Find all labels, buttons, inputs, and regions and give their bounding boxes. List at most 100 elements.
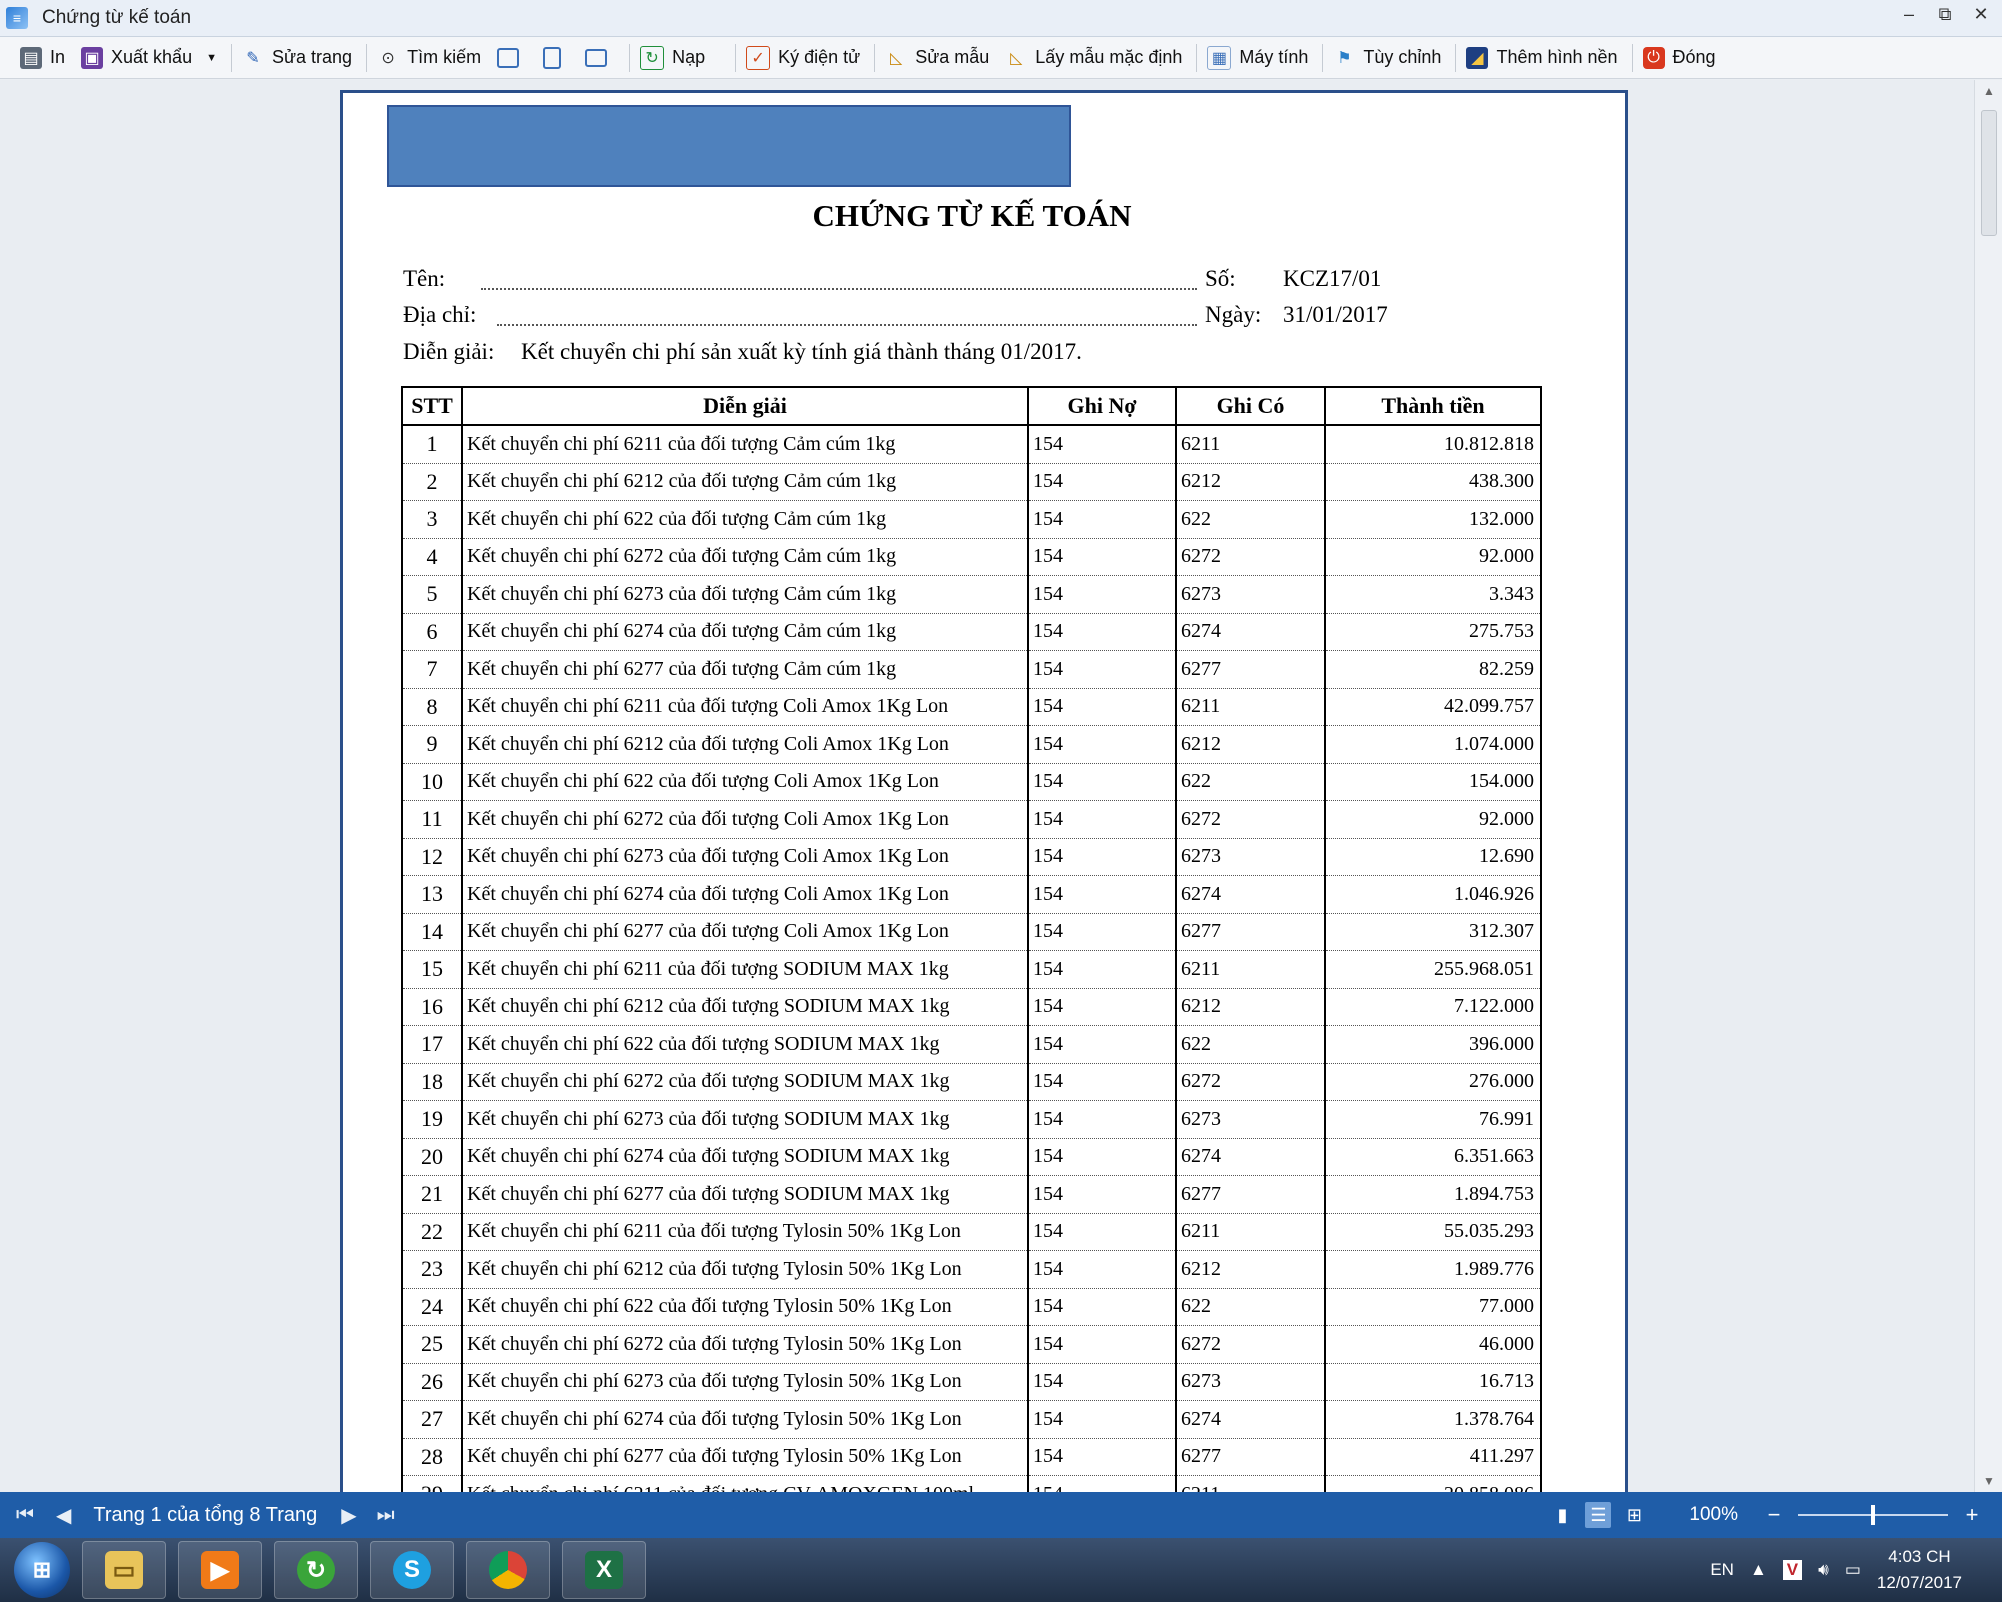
scrollbar-thumb[interactable] bbox=[1981, 110, 1997, 236]
row-amount: 46.000 bbox=[1324, 1325, 1542, 1364]
table-row: 20 Kết chuyển chi phí 6274 của đối tượng … bbox=[401, 1138, 1542, 1176]
row-debit: 154 bbox=[1027, 1063, 1177, 1101]
excel-icon: X bbox=[585, 1551, 623, 1589]
row-description: Kết chuyển chi phí 6212 của đối tượng SO… bbox=[461, 988, 1029, 1026]
customize-button[interactable]: ⚑ Tùy chỉnh bbox=[1327, 41, 1451, 75]
row-debit: 154 bbox=[1027, 1138, 1177, 1176]
voucher-table: STT Diễn giải Ghi Nợ Ghi Có Thành tiền 1… bbox=[401, 386, 1542, 1492]
browser-icon bbox=[489, 1551, 527, 1589]
search-button[interactable]: ⊙ Tìm kiếm bbox=[371, 41, 491, 75]
row-amount: 154.000 bbox=[1324, 763, 1542, 801]
taskbar-file-explorer[interactable]: ▭ bbox=[82, 1541, 166, 1599]
row-credit: 6273 bbox=[1175, 838, 1326, 876]
taskbar-excel[interactable]: X bbox=[562, 1541, 646, 1599]
row-amount: 6.351.663 bbox=[1324, 1138, 1542, 1176]
row-stt: 2 bbox=[401, 463, 463, 501]
close-window-button[interactable]: ✕ bbox=[1970, 4, 1992, 25]
table-row: 24 Kết chuyển chi phí 622 của đối tượng T… bbox=[401, 1288, 1542, 1326]
vertical-scrollbar[interactable]: ▲ ▼ bbox=[1974, 80, 2002, 1492]
view-page-width-button[interactable] bbox=[537, 41, 579, 75]
row-credit: 622 bbox=[1175, 763, 1326, 801]
last-page-icon[interactable]: ⏭ bbox=[377, 1504, 395, 1527]
row-description: Kết chuyển chi phí 6273 của đối tượng SO… bbox=[461, 1100, 1029, 1139]
description-label: Diễn giải: bbox=[403, 339, 495, 364]
row-debit: 154 bbox=[1027, 725, 1177, 764]
row-stt: 3 bbox=[401, 500, 463, 539]
taskbar-skype[interactable]: S bbox=[370, 1541, 454, 1599]
chevron-down-icon[interactable]: ▼ bbox=[206, 52, 217, 64]
skype-icon: S bbox=[393, 1551, 431, 1589]
row-description: Kết chuyển chi phí 6212 của đối tượng Ty… bbox=[461, 1250, 1029, 1289]
zoom-slider[interactable] bbox=[1798, 1505, 1948, 1525]
calculator-button[interactable]: ▦ Máy tính bbox=[1201, 41, 1318, 75]
row-amount: 7.122.000 bbox=[1324, 988, 1542, 1026]
row-credit: 6274 bbox=[1175, 1138, 1326, 1176]
table-row: 5 Kết chuyển chi phí 6273 của đối tượng C… bbox=[401, 575, 1542, 614]
row-debit: 154 bbox=[1027, 1213, 1177, 1251]
row-debit: 154 bbox=[1027, 575, 1177, 614]
print-button[interactable]: ▤ In bbox=[14, 41, 75, 75]
multi-page-icon bbox=[585, 48, 608, 67]
tray-expand-icon[interactable]: ▲ bbox=[1750, 1560, 1767, 1580]
minimize-button[interactable]: – bbox=[1898, 4, 1920, 25]
restore-button[interactable]: ⧉ bbox=[1934, 4, 1956, 25]
edit-page-button[interactable]: ✎ Sửa trang bbox=[236, 41, 362, 75]
reload-button[interactable]: ↻ Nạp bbox=[634, 41, 715, 75]
start-button[interactable]: ⊞ bbox=[14, 1542, 70, 1598]
scroll-up-arrow-icon[interactable]: ▲ bbox=[1975, 84, 2002, 98]
row-description: Kết chuyển chi phí 622 của đối tượng SOD… bbox=[461, 1025, 1029, 1064]
close-report-button[interactable]: ⏻ Đóng bbox=[1637, 41, 1726, 75]
add-background-button[interactable]: ◢ Thêm hình nền bbox=[1460, 41, 1627, 75]
taskbar-chrome[interactable] bbox=[466, 1541, 550, 1599]
zoom-out-button[interactable]: − bbox=[1764, 1502, 1784, 1528]
toolbar-separator bbox=[735, 43, 737, 72]
continuous-view-icon[interactable]: ☰ bbox=[1585, 1502, 1612, 1528]
row-amount: 438.300 bbox=[1324, 463, 1542, 501]
network-icon[interactable]: ▭ bbox=[1845, 1560, 1861, 1580]
single-page-view-icon[interactable]: ▮ bbox=[1549, 1502, 1575, 1528]
page-width-icon bbox=[543, 46, 562, 69]
default-template-button[interactable]: ◺ Lấy mẫu mặc định bbox=[999, 41, 1192, 75]
taskbar-accounting-app[interactable]: ↻ bbox=[274, 1541, 358, 1599]
view-multi-page-button[interactable] bbox=[579, 41, 625, 75]
antivirus-icon[interactable]: V bbox=[1782, 1560, 1803, 1580]
row-description: Kết chuyển chi phí 622 của đối tượng Col… bbox=[461, 763, 1029, 801]
table-row: 13 Kết chuyển chi phí 6274 của đối tượng … bbox=[401, 875, 1542, 914]
next-page-icon[interactable]: ▶ bbox=[341, 1503, 356, 1528]
taskbar-media-player[interactable]: ▶ bbox=[178, 1541, 262, 1599]
row-credit: 6277 bbox=[1175, 1175, 1326, 1214]
row-credit: 6212 bbox=[1175, 725, 1326, 764]
row-credit: 622 bbox=[1175, 500, 1326, 539]
table-row: 11 Kết chuyển chi phí 6272 của đối tượng … bbox=[401, 800, 1542, 839]
edit-template-button[interactable]: ◺ Sửa mẫu bbox=[879, 41, 999, 75]
zoom-slider-knob[interactable] bbox=[1871, 1505, 1875, 1525]
row-amount: 55.035.293 bbox=[1324, 1213, 1542, 1251]
header-amount: Thành tiền bbox=[1324, 386, 1542, 426]
scroll-down-arrow-icon[interactable]: ▼ bbox=[1975, 1474, 2002, 1488]
window-titlebar: ≡ Chứng từ kế toán – ⧉ ✕ bbox=[0, 0, 2002, 37]
row-stt: 14 bbox=[401, 913, 463, 951]
row-stt: 18 bbox=[401, 1063, 463, 1101]
row-stt: 7 bbox=[401, 650, 463, 689]
clock[interactable]: 4:03 CH 12/07/2017 bbox=[1877, 1544, 1962, 1596]
previous-page-icon[interactable]: ◀ bbox=[56, 1503, 71, 1528]
e-sign-button[interactable]: ✓ Ký điện tử bbox=[740, 41, 870, 75]
row-debit: 154 bbox=[1027, 613, 1177, 651]
volume-icon[interactable]: 🔊︎ bbox=[1818, 1560, 1829, 1580]
document-viewport[interactable]: CHỨNG TỪ KẾ TOÁN Tên: Địa chỉ: Số: KCZ17… bbox=[0, 80, 1974, 1492]
table-row: 3 Kết chuyển chi phí 622 của đối tượng Cả… bbox=[401, 500, 1542, 539]
first-page-icon[interactable]: ⏮ bbox=[16, 1504, 34, 1527]
language-indicator[interactable]: EN bbox=[1710, 1560, 1734, 1580]
row-description: Kết chuyển chi phí 6211 của đối tượng SO… bbox=[461, 950, 1029, 989]
zoom-in-button[interactable]: + bbox=[1962, 1502, 1982, 1528]
export-button[interactable]: ▣ Xuất khẩu ▼ bbox=[75, 41, 227, 75]
row-credit: 6274 bbox=[1175, 1400, 1326, 1439]
row-credit: 6273 bbox=[1175, 1363, 1326, 1401]
toolbar-separator bbox=[1196, 43, 1198, 72]
multi-page-view-icon[interactable]: ⊞ bbox=[1621, 1502, 1647, 1528]
row-debit: 154 bbox=[1027, 500, 1177, 539]
view-single-page-button[interactable] bbox=[491, 41, 537, 75]
row-stt: 20 bbox=[401, 1138, 463, 1176]
brush-icon: ◢ bbox=[1466, 46, 1489, 69]
printer-icon: ▤ bbox=[20, 46, 42, 69]
